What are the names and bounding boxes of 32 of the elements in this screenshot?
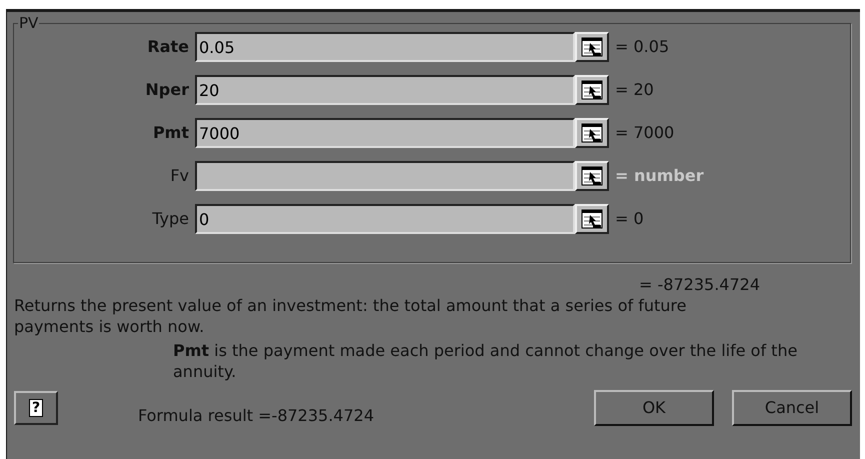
argument-result: = 0 <box>615 208 644 230</box>
argument-field[interactable]: 0 <box>195 204 575 234</box>
formula-result: Formula result =-87235.4724 <box>138 405 374 427</box>
range-select-icon <box>581 209 603 229</box>
dialog-button[interactable]: OK <box>594 390 714 426</box>
argument-field[interactable]: 7000 <box>195 118 575 148</box>
collapse-dialog-button[interactable] <box>575 75 609 105</box>
range-select-icon <box>581 80 603 100</box>
range-select-icon <box>581 37 603 57</box>
argument-description: Pmt is the payment made each period and cannot change over the life of the annuity. <box>172 340 798 382</box>
argument-field[interactable]: 0.05 <box>195 32 575 62</box>
dialog-button[interactable]: Cancel <box>732 390 852 426</box>
argument-field[interactable] <box>195 161 575 191</box>
argument-label: Type <box>151 208 190 230</box>
collapse-dialog-button[interactable] <box>575 32 609 62</box>
argument-label: Fv <box>169 165 190 187</box>
argument-result: = number <box>615 165 704 187</box>
argument-label: Rate <box>146 36 190 58</box>
collapse-dialog-button[interactable] <box>575 118 609 148</box>
range-select-icon <box>581 166 603 186</box>
argument-result: = 7000 <box>615 122 674 144</box>
argument-result: = 0.05 <box>615 36 670 58</box>
argument-label: Pmt <box>152 122 190 144</box>
help-button[interactable]: ? <box>14 391 58 425</box>
function-description: Returns the present value of an investment: the total amount that a series of future payments is worth now. <box>13 295 688 337</box>
argument-label: Nper <box>144 79 190 101</box>
range-select-icon <box>581 123 603 143</box>
function-result: = -87235.4724 <box>639 275 760 295</box>
argument-field[interactable]: 20 <box>195 75 575 105</box>
collapse-dialog-button[interactable] <box>575 204 609 234</box>
collapse-dialog-button[interactable] <box>575 161 609 191</box>
argument-result: = 20 <box>615 79 654 101</box>
